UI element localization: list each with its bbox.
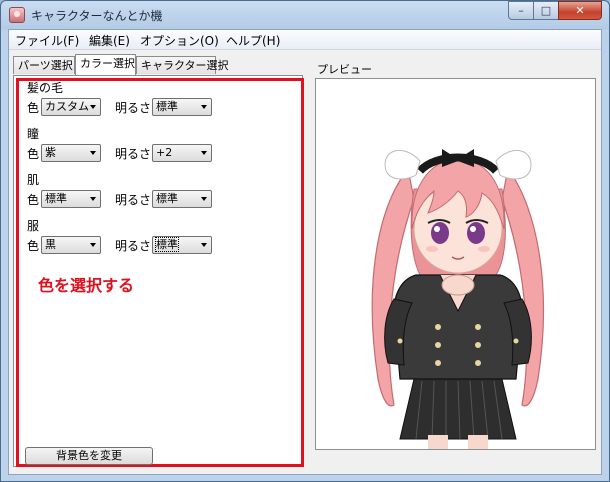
chevron-down-icon	[90, 105, 96, 109]
eyes-color-value: 紫	[45, 146, 56, 159]
menu-options[interactable]: オプション(O)	[140, 32, 219, 49]
leg-right	[468, 435, 488, 449]
eyes-brightness-value: +2	[156, 146, 173, 159]
app-window: キャラクターなんとか機 – □ ✕ ファイル(F) 編集(E) オプション(O)…	[0, 0, 610, 482]
menu-help[interactable]: ヘルプ(H)	[226, 32, 280, 49]
eye-left	[431, 222, 449, 244]
chevron-down-icon	[201, 151, 207, 155]
chevron-down-icon	[90, 243, 96, 247]
eyes-brightness-label: 明るさ	[115, 147, 152, 161]
tab-parts[interactable]: パーツ選択	[13, 56, 75, 74]
skin-brightness-select[interactable]: 標準	[152, 190, 212, 208]
ribbon-left	[384, 150, 421, 180]
section-clothes-title: 服	[27, 219, 40, 233]
menu-bar: ファイル(F) 編集(E) オプション(O) ヘルプ(H)	[9, 30, 601, 50]
close-button[interactable]: ✕	[558, 1, 602, 20]
ribbon-right	[495, 150, 532, 180]
skin-color-label: 色	[27, 193, 40, 207]
clothes-color-value: 黒	[45, 238, 56, 251]
section-hair-title: 髪の毛	[27, 81, 64, 95]
button	[435, 324, 441, 330]
minimize-button[interactable]: –	[508, 1, 534, 20]
hair-color-label: 色	[27, 101, 40, 115]
preview-pane	[315, 78, 596, 450]
change-background-button[interactable]: 背景色を変更	[25, 447, 153, 465]
section-eyes-title: 瞳	[27, 127, 40, 141]
skin-brightness-value: 標準	[156, 192, 178, 205]
hands	[441, 274, 475, 296]
skin-brightness-label: 明るさ	[115, 193, 152, 207]
clothes-brightness-label: 明るさ	[115, 239, 152, 253]
hair-color-value: カスタム	[45, 100, 89, 113]
annotation-text: 色を選択する	[38, 276, 135, 295]
clothes-color-select[interactable]: 黒	[41, 236, 101, 254]
chevron-down-icon	[90, 197, 96, 201]
close-icon: ✕	[575, 4, 585, 17]
hair-brightness-select[interactable]: 標準	[152, 98, 212, 116]
chevron-down-icon	[201, 105, 207, 109]
skin-color-value: 標準	[45, 192, 67, 205]
preview-label: プレビュー	[317, 63, 372, 76]
tab-color[interactable]: カラー選択	[75, 54, 136, 75]
eye-right	[467, 222, 485, 244]
hair-brightness-label: 明るさ	[115, 101, 152, 115]
minimize-icon: –	[518, 4, 524, 17]
skin-color-select[interactable]: 標準	[41, 190, 101, 208]
clothes-brightness-select[interactable]: 標準	[152, 236, 212, 254]
maximize-button[interactable]: □	[533, 1, 559, 20]
app-icon[interactable]	[9, 7, 25, 23]
eyes-brightness-select[interactable]: +2	[152, 144, 212, 162]
hair-brightness-value: 標準	[156, 100, 178, 113]
window-title: キャラクターなんとか機	[31, 9, 163, 23]
section-skin-title: 肌	[27, 173, 40, 187]
color-panel: 髪の毛 色 カスタム 明るさ 標準 瞳 色 紫 明るさ +2 肌 色 標準 明る…	[13, 75, 303, 467]
clothes-brightness-value: 標準	[155, 237, 179, 252]
maximize-icon: □	[540, 4, 552, 17]
eyes-color-label: 色	[27, 147, 40, 161]
client-area: ファイル(F) 編集(E) オプション(O) ヘルプ(H) パーツ選択 カラー選…	[8, 29, 602, 475]
menu-file[interactable]: ファイル(F)	[15, 32, 79, 49]
eyes-color-select[interactable]: 紫	[41, 144, 101, 162]
chevron-down-icon	[90, 151, 96, 155]
menu-edit[interactable]: 編集(E)	[89, 32, 130, 49]
clothes-color-label: 色	[27, 239, 40, 253]
title-bar[interactable]: キャラクターなんとか機 – □ ✕	[1, 1, 609, 29]
tab-character[interactable]: キャラクター選択	[136, 56, 229, 74]
leg-left	[428, 435, 448, 449]
chevron-down-icon	[201, 197, 207, 201]
hair-color-select[interactable]: カスタム	[41, 98, 101, 116]
chevron-down-icon	[201, 243, 207, 247]
character-preview-image	[371, 149, 545, 449]
